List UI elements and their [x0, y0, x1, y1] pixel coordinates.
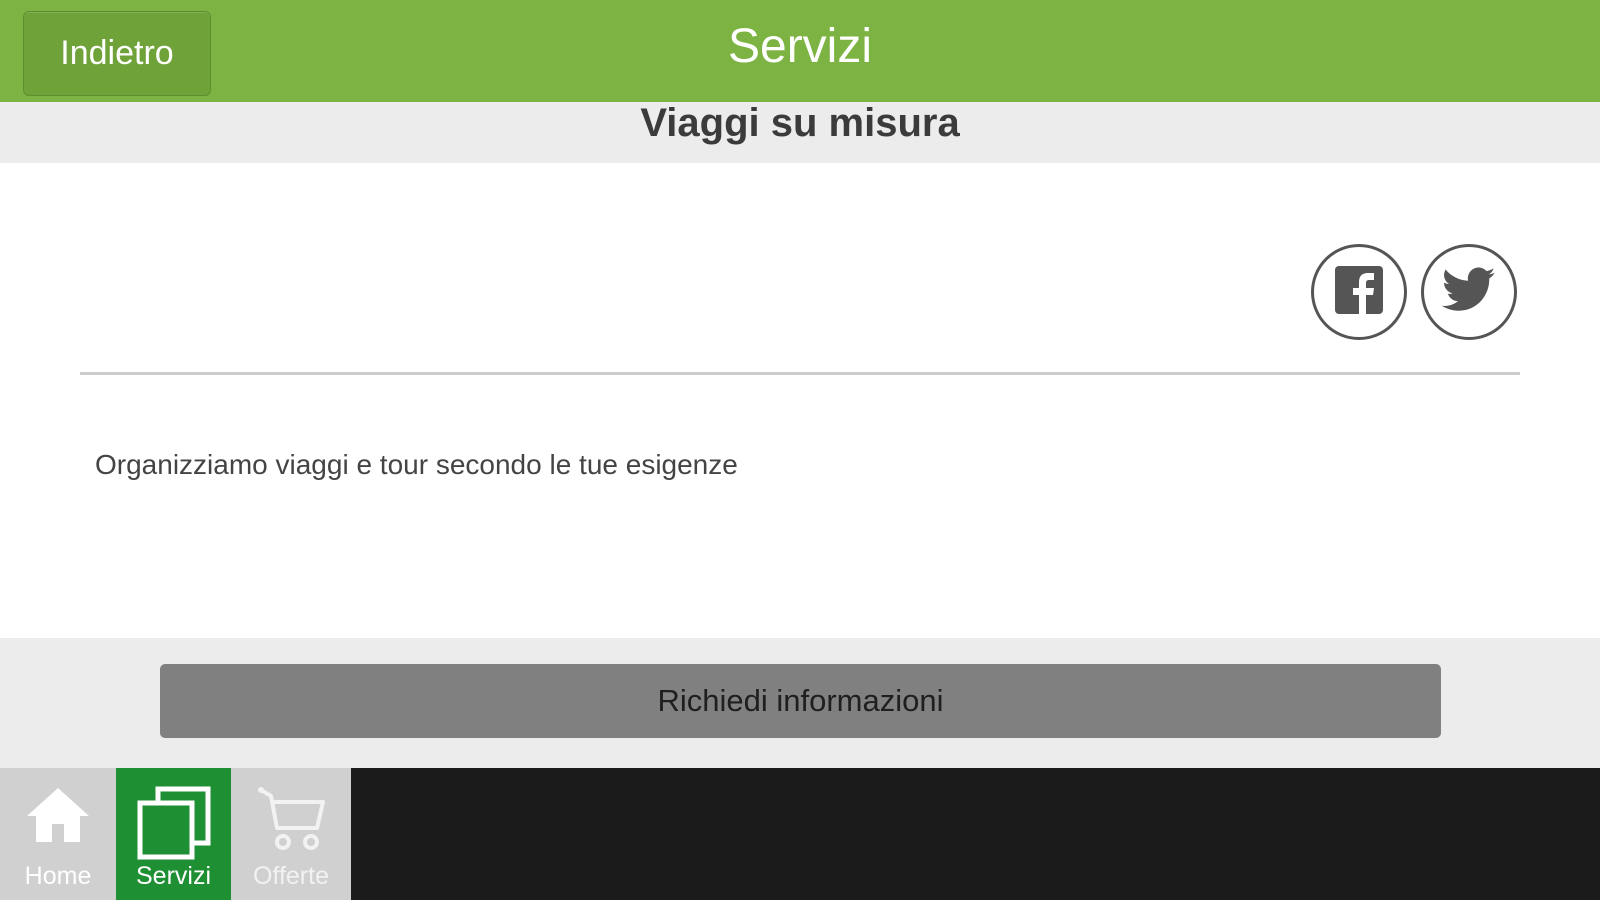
nav-label-offerte: Offerte: [253, 862, 329, 890]
nav-label-home: Home: [24, 862, 92, 890]
twitter-icon: [1441, 267, 1496, 318]
twitter-share-button[interactable]: [1421, 244, 1517, 340]
cart-icon: [255, 786, 327, 862]
request-info-button[interactable]: Richiedi informazioni: [160, 664, 1441, 738]
facebook-share-button[interactable]: [1311, 244, 1407, 340]
action-area: Richiedi informazioni: [0, 638, 1600, 768]
facebook-icon: [1333, 264, 1385, 321]
page-title: Servizi: [727, 20, 873, 73]
content-area: Organizziamo viaggi e tour secondo le tu…: [0, 163, 1600, 638]
section-header: Viaggi su misura: [0, 102, 1600, 163]
bottom-navigation: Home Servizi Offerte: [0, 768, 1600, 900]
nav-item-offerte[interactable]: Offerte: [231, 768, 351, 900]
servizi-icon: [136, 786, 212, 862]
service-title: Viaggi su misura: [640, 102, 960, 145]
nav-item-servizi[interactable]: Servizi: [116, 768, 231, 900]
service-description: Organizziamo viaggi e tour secondo le tu…: [95, 449, 738, 480]
top-app-bar: Indietro Servizi: [0, 0, 1600, 102]
divider: [80, 372, 1520, 375]
nav-item-home[interactable]: Home: [0, 768, 116, 900]
home-icon: [25, 786, 91, 862]
nav-label-servizi: Servizi: [135, 862, 211, 890]
